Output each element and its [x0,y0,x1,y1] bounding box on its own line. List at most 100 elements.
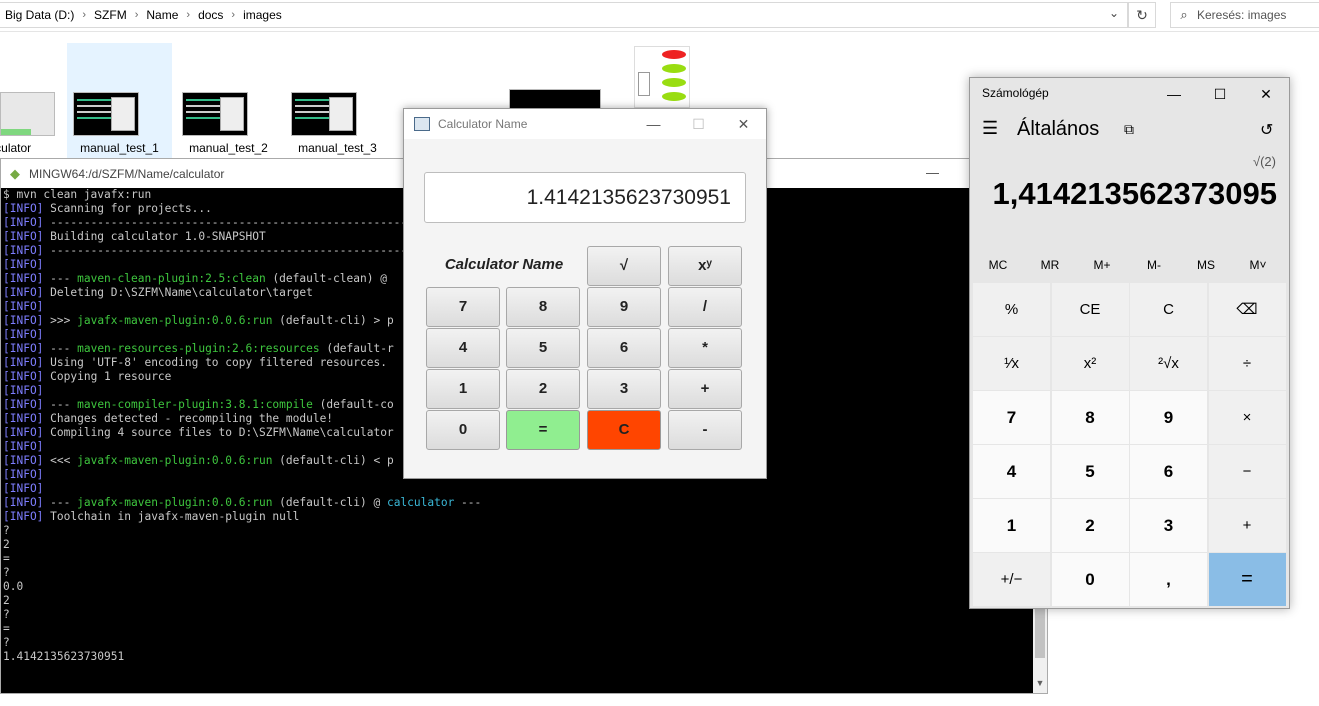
digit-8-button[interactable]: 8 [506,287,580,327]
terminal-line: ? [3,608,1033,622]
breadcrumb-images[interactable]: images [238,8,287,22]
file-thumbnail[interactable] [634,46,690,108]
digit-6-button[interactable]: 6 [1130,445,1207,498]
file-name[interactable]: manual_test_3 [285,141,390,155]
log-level-tag: [INFO] [3,384,44,397]
digit-2-button[interactable]: 2 [1051,499,1129,552]
digit-9-button[interactable]: 9 [1130,391,1207,444]
digit-4-button[interactable]: 4 [426,328,500,368]
memory-m-dropdown-button[interactable]: M˅ [1232,258,1284,272]
calculator-mode-title: Általános [1017,118,1100,140]
log-level-tag: [INFO] [3,272,44,285]
terminal-text: Building calculator 1.0-SNAPSHOT [43,230,266,243]
log-level-tag: [INFO] [3,412,44,425]
scroll-down-icon[interactable]: ▼ [1033,678,1047,688]
digit-9-button[interactable]: 9 [587,287,661,327]
memory-ms-button[interactable]: MS [1180,258,1232,272]
square-button[interactable]: x² [1051,337,1129,390]
file-thumbnail[interactable] [73,92,139,136]
digit-7-button[interactable]: 7 [426,287,500,327]
divide-button[interactable]: / [668,287,742,327]
minimize-icon[interactable]: — [631,109,676,139]
maximize-icon[interactable]: ☐ [676,109,721,139]
digit-0-button[interactable]: 0 [426,410,500,450]
plus-button[interactable]: + [668,369,742,409]
search-input[interactable]: ⌕ Keresés: images [1170,2,1319,28]
divide-button[interactable]: ÷ [1208,337,1286,390]
keep-on-top-icon[interactable]: ⧉ [1124,121,1134,138]
close-icon[interactable]: ✕ [721,109,766,139]
minus-button[interactable]: − [1208,445,1286,498]
file-thumbnail[interactable] [182,92,248,136]
hamburger-menu-icon[interactable]: ☰ [982,118,998,139]
log-level-tag: [INFO] [3,258,44,271]
clear-button[interactable]: C [1130,283,1207,336]
terminal-text: (default-cli) > p [272,314,394,327]
digit-4-button[interactable]: 4 [973,445,1050,498]
file-thumbnail[interactable] [509,89,601,109]
log-level-tag: [INFO] [3,300,44,313]
windows-calculator-window: Számológép — ☐ ✕ ☰ Általános ⧉ ↺ √(2) 1,… [969,77,1290,609]
digit-6-button[interactable]: 6 [587,328,661,368]
percent-button[interactable]: % [973,283,1050,336]
terminal-line: [INFO] --- javafx-maven-plugin:0.0.6:run… [3,496,1033,510]
maximize-icon[interactable]: ☐ [1197,82,1243,106]
minimize-icon[interactable]: — [926,165,939,180]
log-level-tag: [INFO] [3,342,44,355]
power-button[interactable]: xʸ [668,246,742,286]
refresh-icon[interactable]: ↻ [1128,2,1156,28]
log-level-tag: [INFO] [3,454,44,467]
window-title: Calculator Name [438,117,528,131]
terminal-text: = [3,622,10,635]
chevron-down-icon[interactable]: ⌄ [1104,6,1124,26]
digit-1-button[interactable]: 1 [426,369,500,409]
digit-1-button[interactable]: 1 [973,499,1050,552]
file-thumbnail[interactable] [291,92,357,136]
breadcrumb-name[interactable]: Name [141,8,183,22]
terminal-line: ? [3,524,1033,538]
clear-button[interactable]: C [587,410,661,450]
breadcrumb-drive[interactable]: Big Data (D:) [0,8,79,22]
backspace-button[interactable]: ⌫ [1208,283,1286,336]
file-name[interactable]: calculator [0,141,58,155]
clear-entry-button[interactable]: CE [1051,283,1129,336]
equals-button[interactable]: = [506,410,580,450]
digit-5-button[interactable]: 5 [506,328,580,368]
multiply-button[interactable]: × [1208,391,1286,444]
history-icon[interactable]: ↺ [1260,120,1273,140]
terminal-text: --- [454,496,482,509]
digit-3-button[interactable]: 3 [1130,499,1207,552]
terminal-text: Deleting D:\SZFM\Name\calculator\target [43,286,313,299]
digit-2-button[interactable]: 2 [506,369,580,409]
minus-button[interactable]: - [668,410,742,450]
equals-button[interactable]: = [1208,553,1286,606]
terminal-text: javafx-maven-plugin:0.0.6:run [77,496,273,509]
digit-5-button[interactable]: 5 [1051,445,1129,498]
digit-0-button[interactable]: 0 [1051,553,1129,606]
terminal-line: 2 [3,538,1033,552]
memory-mc-button[interactable]: MC [972,258,1024,272]
address-bar[interactable]: Big Data (D:) › SZFM › Name › docs › ima… [0,2,1128,28]
memory-m-minus-button[interactable]: M- [1128,258,1180,272]
breadcrumb-szfm[interactable]: SZFM [89,8,132,22]
file-name[interactable]: manual_test_1 [67,141,172,155]
memory-mr-button[interactable]: MR [1024,258,1076,272]
negate-button[interactable]: +/− [973,553,1050,606]
log-level-tag: [INFO] [3,468,44,481]
minimize-icon[interactable]: — [1151,82,1197,106]
file-thumbnail[interactable] [0,92,55,136]
decimal-button[interactable]: , [1130,553,1207,606]
close-icon[interactable]: ✕ [1243,82,1289,106]
digit-3-button[interactable]: 3 [587,369,661,409]
log-level-tag: [INFO] [3,398,44,411]
breadcrumb-docs[interactable]: docs [193,8,228,22]
square-root-button[interactable]: ²√x [1130,337,1207,390]
sqrt-button[interactable]: √ [587,246,661,286]
file-name[interactable]: manual_test_2 [176,141,281,155]
memory-m-plus-button[interactable]: M+ [1076,258,1128,272]
plus-button[interactable]: + [1208,499,1286,552]
digit-7-button[interactable]: 7 [973,391,1050,444]
reciprocal-button[interactable]: ¹⁄x [973,337,1050,390]
multiply-button[interactable]: * [668,328,742,368]
digit-8-button[interactable]: 8 [1051,391,1129,444]
